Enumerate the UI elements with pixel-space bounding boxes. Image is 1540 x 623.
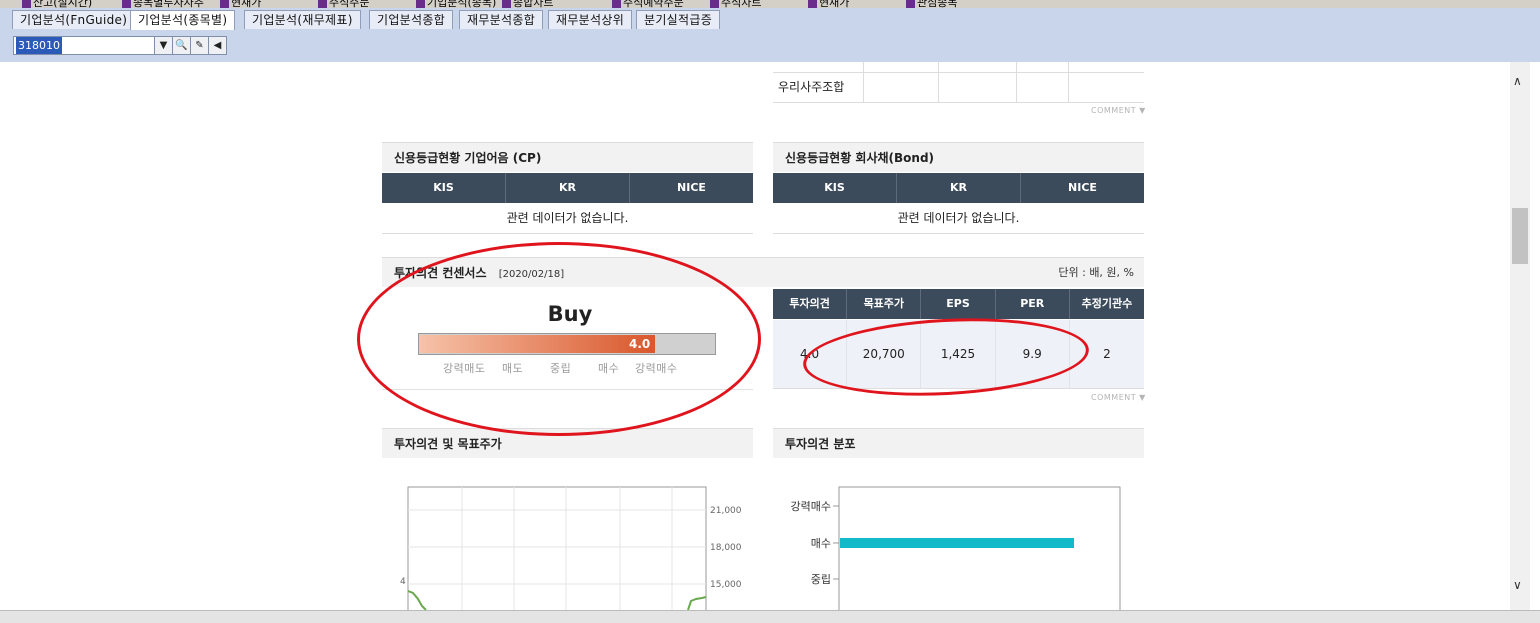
window-icon bbox=[220, 0, 229, 8]
screen-header: 기업분석(FnGuide) 기업분석(종목별) 기업분석(재무제표) 기업분석종… bbox=[0, 8, 1540, 62]
left-tick-label: 4 bbox=[400, 577, 406, 587]
window-tab-strip: 잔고(실시간) 종목별투자자추 현재가 주식주문 기업분석(종목) 종합차트 주… bbox=[0, 0, 1540, 8]
tab-financial-top[interactable]: 재무분석상위 bbox=[548, 10, 633, 29]
column-header: KR bbox=[506, 173, 630, 203]
stock-code-value: 318010 bbox=[16, 37, 62, 54]
search-icon[interactable]: 🔍 bbox=[172, 36, 191, 55]
window-tab[interactable]: 잔고(실시간) bbox=[22, 0, 92, 8]
plot-area bbox=[838, 486, 1121, 610]
window-icon bbox=[710, 0, 719, 8]
window-tab[interactable]: 종목별투자자추 bbox=[122, 0, 204, 8]
scroll-down-icon[interactable]: ∨ bbox=[1513, 578, 1522, 592]
column-header: NICE bbox=[677, 181, 706, 194]
credit-bond-empty: 관련 데이터가 없습니다. bbox=[773, 203, 1144, 234]
scrollbar-thumb[interactable] bbox=[1512, 208, 1528, 264]
megaphone-icon[interactable]: ◀ bbox=[208, 36, 227, 55]
window-tab-label: 종목별투자자추 bbox=[133, 0, 204, 8]
table-row: 우리사주조합 bbox=[773, 72, 1144, 103]
category-label: 강력매수 bbox=[791, 500, 831, 513]
credit-cp-empty: 관련 데이터가 없습니다. bbox=[382, 203, 753, 234]
tab-fnguide[interactable]: 기업분석(FnGuide) bbox=[12, 10, 136, 29]
category-label: 매수 bbox=[811, 537, 831, 550]
window-tab-label: 현재가 bbox=[819, 0, 850, 8]
consensus-table-header: 투자의견 목표주가 EPS PER 추정기관수 bbox=[773, 289, 1144, 319]
tab-financial-summary[interactable]: 재무분석종합 bbox=[459, 10, 544, 29]
window-icon bbox=[612, 0, 621, 8]
tools-icon[interactable]: ✎ bbox=[190, 36, 209, 55]
comment-label: COMMENT bbox=[1091, 393, 1137, 402]
cell-divider bbox=[1016, 62, 1017, 72]
opinion-distribution-chart: 강력매수 매수 중립 bbox=[791, 486, 1121, 610]
column-header: PER bbox=[996, 289, 1070, 319]
vertical-scrollbar[interactable] bbox=[1510, 62, 1530, 610]
cell-divider bbox=[938, 62, 939, 72]
status-bar bbox=[0, 610, 1540, 623]
plot-area bbox=[407, 486, 707, 610]
window-tab[interactable]: 종합차트 bbox=[502, 0, 553, 8]
tab-financial-statements[interactable]: 기업분석(재무제표) bbox=[244, 10, 361, 29]
opinion-target-chart: 4 21,000 18,000 15,000 bbox=[400, 486, 742, 610]
window-icon bbox=[416, 0, 425, 8]
window-tab[interactable]: 현재가 bbox=[808, 0, 849, 8]
comment-toggle[interactable]: COMMENT ▼ bbox=[1091, 106, 1146, 115]
bar-1 bbox=[840, 538, 1074, 548]
comment-label: COMMENT bbox=[1091, 106, 1137, 115]
cell-divider bbox=[1016, 72, 1017, 102]
column-header: 목표주가 bbox=[847, 289, 922, 319]
category-label: 중립 bbox=[811, 573, 831, 586]
tab-company-summary[interactable]: 기업분석종합 bbox=[369, 10, 454, 29]
chevron-down-icon[interactable]: ▼ bbox=[154, 36, 173, 55]
column-header: 추정기관수 bbox=[1081, 297, 1133, 310]
window-tab-label: 잔고(실시간) bbox=[33, 0, 93, 8]
comment-toggle[interactable]: COMMENT ▼ bbox=[1091, 393, 1146, 402]
column-header: KR bbox=[897, 173, 1021, 203]
window-tab-label: 기업분석(종목) bbox=[427, 0, 497, 8]
cell-divider bbox=[938, 72, 939, 102]
window-tab-label: 주식차트 bbox=[721, 0, 762, 8]
cell-divider bbox=[863, 72, 864, 102]
window-tab-label: 주식예약주문 bbox=[623, 0, 684, 8]
cell-divider bbox=[1068, 72, 1069, 102]
chart-right-title: 투자의견 분포 bbox=[773, 428, 1144, 458]
credit-cp-header: KIS KR NICE bbox=[382, 173, 753, 203]
credit-bond-header: KIS KR NICE bbox=[773, 173, 1144, 203]
tab-by-stock[interactable]: 기업분석(종목별) bbox=[130, 10, 236, 30]
column-header: NICE bbox=[1068, 181, 1097, 194]
annotation-ellipse-gauge bbox=[357, 242, 761, 436]
window-tab[interactable]: 관심종목 bbox=[906, 0, 957, 8]
cell-divider bbox=[1068, 62, 1069, 72]
window-tab[interactable]: 주식예약주문 bbox=[612, 0, 684, 8]
window-tab[interactable]: 현재가 bbox=[220, 0, 261, 8]
column-header: EPS bbox=[921, 289, 996, 319]
window-tab-label: 관심종목 bbox=[917, 0, 958, 8]
right-tick-label: 18,000 bbox=[710, 543, 742, 553]
shareholder-label: 우리사주조합 bbox=[778, 80, 845, 94]
window-icon bbox=[502, 0, 511, 8]
scroll-up-icon[interactable]: ∧ bbox=[1513, 74, 1522, 88]
window-tab-label: 현재가 bbox=[231, 0, 262, 8]
window-tab-label: 종합차트 bbox=[513, 0, 554, 8]
credit-cp-title: 신용등급현황 기업어음 (CP) bbox=[382, 142, 753, 172]
unit-label: 단위 : 배, 원, % bbox=[1058, 266, 1134, 279]
window-icon bbox=[906, 0, 915, 8]
column-header: 투자의견 bbox=[773, 289, 848, 319]
column-header: KIS bbox=[773, 173, 897, 203]
window-icon bbox=[318, 0, 327, 8]
window-icon bbox=[122, 0, 131, 8]
credit-bond-title: 신용등급현황 회사채(Bond) bbox=[773, 142, 1144, 172]
window-tab[interactable]: 주식주문 bbox=[318, 0, 369, 8]
cell-divider bbox=[863, 62, 864, 72]
tab-quarterly-surge[interactable]: 분기실적급증 bbox=[636, 10, 721, 29]
window-tab-label: 주식주문 bbox=[329, 0, 370, 8]
column-header: KIS bbox=[382, 173, 506, 203]
window-icon bbox=[808, 0, 817, 8]
window-tab[interactable]: 기업분석(종목) bbox=[416, 0, 496, 8]
window-tab[interactable]: 주식차트 bbox=[710, 0, 761, 8]
window-icon bbox=[22, 0, 31, 8]
right-tick-label: 21,000 bbox=[710, 506, 742, 516]
stock-code-input[interactable]: 318010 bbox=[13, 36, 156, 55]
right-tick-label: 15,000 bbox=[710, 580, 742, 590]
